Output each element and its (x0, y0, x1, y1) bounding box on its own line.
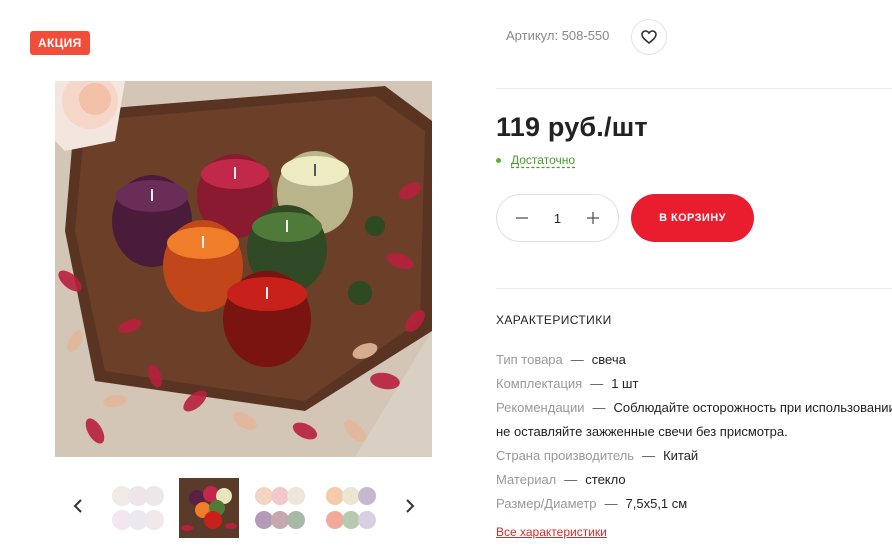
heart-icon (641, 30, 657, 44)
candle-red (223, 271, 311, 367)
thumbnail-2[interactable] (179, 478, 239, 538)
spec-separator: — (564, 472, 578, 487)
stock-status: Достаточно (496, 153, 575, 167)
spec-value: 1 шт (611, 376, 639, 391)
spec-row: Страна производитель — Китай (496, 444, 892, 468)
spec-separator: — (570, 352, 584, 367)
all-specs-link[interactable]: Все характеристики (496, 525, 607, 539)
thumbnail-3[interactable] (250, 478, 310, 538)
specs-title: ХАРАКТЕРИСТИКИ (496, 313, 612, 327)
product-main-image[interactable] (55, 81, 432, 457)
spec-value: Соблюдайте осторожность при использовани… (613, 400, 892, 415)
divider (496, 88, 892, 89)
spec-key: Тип товара (496, 352, 563, 367)
thumbnail-gallery (60, 478, 430, 538)
plus-button[interactable] (582, 207, 604, 229)
divider (496, 288, 892, 289)
spec-value: свеча (591, 352, 626, 367)
spec-row: Материал — стекло (496, 468, 892, 492)
spec-row: Комплектация — 1 шт (496, 372, 892, 396)
spec-separator: — (604, 496, 618, 511)
spec-key: Страна производитель (496, 448, 635, 463)
stock-dot-icon (496, 157, 501, 163)
quantity-stepper (496, 194, 619, 242)
plus-icon (587, 212, 599, 224)
chevron-left-icon[interactable] (66, 494, 90, 518)
minus-button[interactable] (511, 207, 533, 229)
spec-separator: — (590, 376, 604, 391)
spec-key: Материал (496, 472, 557, 487)
add-to-cart-button[interactable]: В КОРЗИНУ (631, 194, 754, 242)
thumbnail-1[interactable] (108, 478, 168, 538)
candles-photo (55, 81, 432, 457)
quantity-input[interactable] (542, 210, 573, 226)
spec-value-continuation: не оставляйте зажженные свечи без присмо… (496, 424, 788, 439)
favorite-button[interactable] (631, 19, 667, 55)
chevron-right-icon[interactable] (398, 494, 422, 518)
spec-key: Комплектация (496, 376, 583, 391)
sale-badge: АКЦИЯ (30, 31, 90, 55)
specs-list: Тип товара — свеча Комплектация — 1 шт Реком… (496, 348, 892, 516)
spec-row: Размер/Диаметр — 7,5х5,1 см (496, 492, 892, 516)
sku-label: Артикул: 508-550 (506, 28, 610, 43)
thumbnail-4[interactable] (321, 478, 381, 538)
spec-separator: — (642, 448, 656, 463)
spec-row: Тип товара — свеча (496, 348, 892, 372)
spec-row: Рекомендации — Соблюдайте осторожность при… (496, 396, 892, 420)
spec-separator: — (592, 400, 606, 415)
spec-key: Рекомендации (496, 400, 585, 415)
spec-value: Китай (663, 448, 699, 463)
minus-icon (516, 217, 528, 219)
spec-key: Размер/Диаметр (496, 496, 597, 511)
spec-value: стекло (585, 472, 626, 487)
spec-value: 7,5х5,1 см (625, 496, 688, 511)
price: 119 руб./шт (496, 112, 648, 142)
spec-row-continuation: не оставляйте зажженные свечи без присмо… (496, 420, 892, 444)
stock-label[interactable]: Достаточно (511, 153, 575, 167)
